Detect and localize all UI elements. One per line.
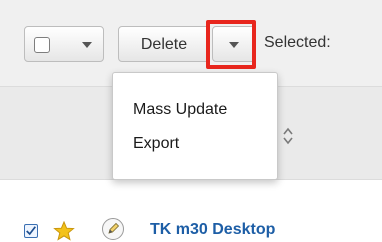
delete-label: Delete xyxy=(140,36,188,53)
delete-button[interactable]: Delete xyxy=(118,26,210,62)
pencil-icon[interactable] xyxy=(101,217,125,241)
actions-menu: Mass Update Export xyxy=(112,72,278,180)
table-row: TK m30 Desktop xyxy=(0,192,382,242)
record-name-link[interactable]: TK m30 Desktop xyxy=(150,221,275,239)
highlight-annotation xyxy=(206,20,256,69)
menu-item-export[interactable]: Export xyxy=(133,135,179,153)
sort-icon[interactable] xyxy=(282,126,294,146)
row-checkbox[interactable] xyxy=(24,224,38,238)
selected-count-label: Selected: xyxy=(264,34,331,51)
star-icon[interactable] xyxy=(53,221,75,241)
menu-item-mass-update[interactable]: Mass Update xyxy=(133,101,227,119)
caret-down-icon[interactable] xyxy=(82,42,92,48)
checkbox-icon[interactable] xyxy=(34,37,50,53)
select-all-dropdown[interactable] xyxy=(24,26,104,62)
